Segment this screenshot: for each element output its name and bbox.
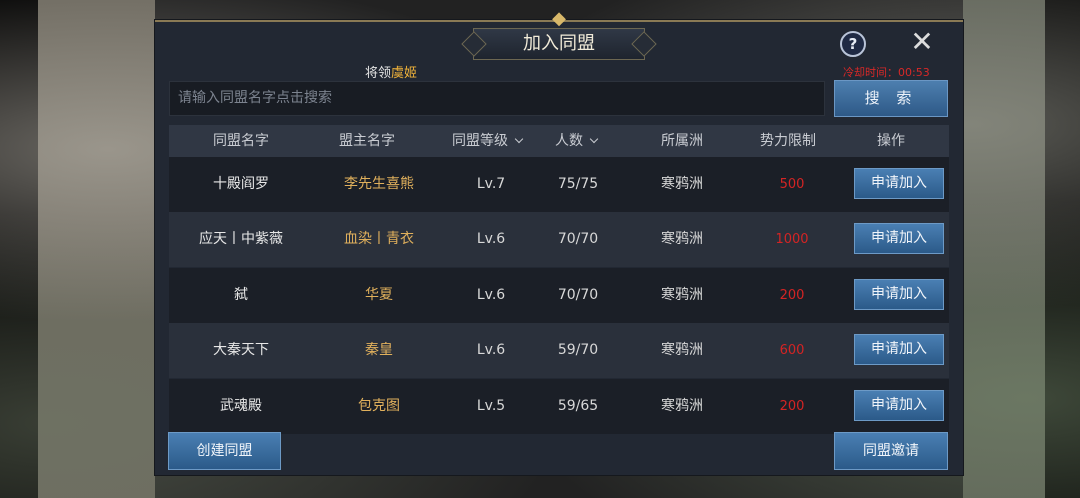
column-header-alliance-name: 同盟名字: [213, 133, 269, 149]
leader-name: 华夏: [365, 287, 393, 303]
alliance-level: Lv.7: [476, 176, 506, 192]
region: 寒鸦洲: [661, 287, 703, 303]
dialog-title: 加入同盟: [473, 28, 645, 60]
alliance-name: 大秦天下: [213, 342, 269, 358]
leader-name: 包克图: [358, 398, 400, 414]
member-count: 70/70: [557, 287, 599, 303]
region: 寒鸦洲: [661, 176, 703, 192]
apply-join-button[interactable]: 申请加入: [854, 390, 944, 421]
column-header-region: 所属洲: [661, 133, 703, 149]
ornament-gem-icon: ◆: [552, 8, 566, 29]
column-header-level-sort[interactable]: 同盟等级: [452, 125, 524, 157]
apply-join-button[interactable]: 申请加入: [854, 334, 944, 365]
region: 寒鸦洲: [661, 231, 703, 247]
create-alliance-button[interactable]: 创建同盟: [168, 432, 281, 470]
member-count: 59/70: [557, 342, 599, 358]
region: 寒鸦洲: [661, 342, 703, 358]
notice-text: 将领: [365, 66, 392, 81]
help-icon[interactable]: ?: [840, 31, 866, 57]
alliance-level: Lv.6: [476, 287, 506, 303]
leader-name: 秦皇: [365, 342, 393, 358]
search-button[interactable]: 搜 索: [834, 80, 948, 117]
power-limit: 200: [779, 288, 805, 303]
chevron-down-icon: [589, 134, 599, 144]
alliance-name: 应天丨中紫薇: [199, 231, 283, 247]
power-limit: 600: [779, 343, 805, 358]
alliance-name: 武魂殿: [220, 398, 262, 414]
member-count: 75/75: [557, 176, 599, 192]
leader-name: 血染丨青衣: [344, 231, 414, 247]
power-limit: 1000: [775, 232, 809, 247]
column-header-label: 同盟等级: [452, 133, 508, 149]
member-count: 70/70: [557, 231, 599, 247]
column-header-action: 操作: [877, 133, 905, 149]
apply-join-button[interactable]: 申请加入: [854, 279, 944, 310]
table-header: 同盟名字 盟主名字 同盟等级 人数 所属洲 势力限制 操作: [169, 125, 949, 157]
cooldown-timer: 冷却时间：00:53: [843, 66, 930, 79]
alliance-level: Lv.5: [476, 398, 506, 414]
leader-name: 李先生喜熊: [344, 176, 414, 192]
chevron-down-icon: [514, 134, 524, 144]
notice-highlight: 虞姬: [391, 66, 418, 81]
table-row: 大秦天下 秦皇 Lv.6 59/70 寒鸦洲 600 申请加入: [169, 323, 949, 378]
apply-join-button[interactable]: 申请加入: [854, 223, 944, 254]
column-header-label: 人数: [555, 133, 583, 149]
power-limit: 200: [779, 399, 805, 414]
table-row: 弑 华夏 Lv.6 70/70 寒鸦洲 200 申请加入: [169, 268, 949, 323]
alliance-level: Lv.6: [476, 231, 506, 247]
table-row: 应天丨中紫薇 血染丨青衣 Lv.6 70/70 寒鸦洲 1000 申请加入: [169, 212, 949, 267]
power-limit: 500: [779, 177, 805, 192]
alliance-level: Lv.6: [476, 342, 506, 358]
alliance-invite-button[interactable]: 同盟邀请: [834, 432, 948, 470]
apply-join-button[interactable]: 申请加入: [854, 168, 944, 199]
column-header-power-limit: 势力限制: [760, 133, 816, 149]
region: 寒鸦洲: [661, 398, 703, 414]
column-header-members-sort[interactable]: 人数: [555, 125, 599, 157]
alliance-name: 弑: [234, 287, 248, 303]
table-row: 武魂殿 包克图 Lv.5 59/65 寒鸦洲 200 申请加入: [169, 379, 949, 434]
close-icon[interactable]: ✕: [908, 28, 936, 56]
column-header-leader-name: 盟主名字: [339, 133, 395, 149]
table-row: 十殿阎罗 李先生喜熊 Lv.7 75/75 寒鸦洲 500 申请加入: [169, 157, 949, 212]
member-count: 59/65: [557, 398, 599, 414]
scrolling-notice: 将领虞姬: [365, 62, 417, 81]
search-input[interactable]: 请输入同盟名字点击搜索: [169, 81, 825, 116]
alliance-name: 十殿阎罗: [213, 176, 269, 192]
